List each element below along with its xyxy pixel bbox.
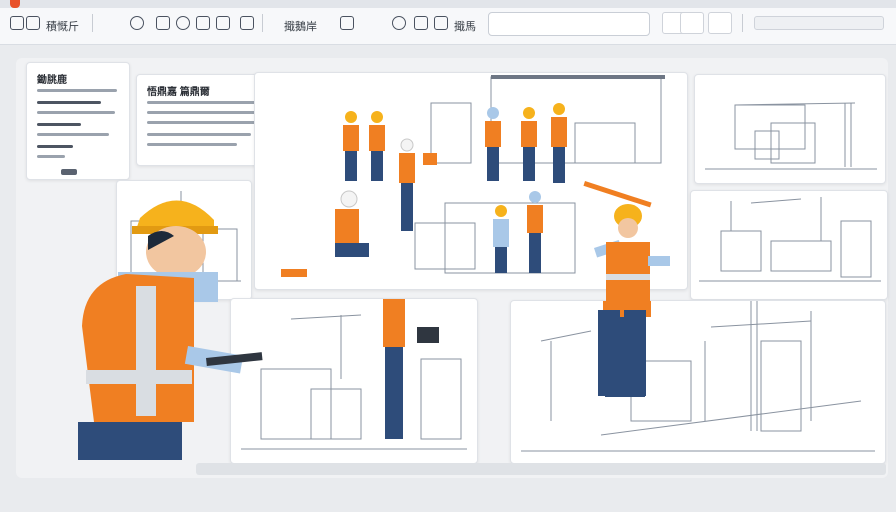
crane-sketch-panel xyxy=(694,74,886,184)
cloud-icon[interactable] xyxy=(130,16,144,30)
app-logo xyxy=(10,0,20,8)
search-icon[interactable] xyxy=(176,16,190,30)
home-icon[interactable] xyxy=(10,16,24,30)
header-card-title: 悟鼎嘉 篇鼎爾 xyxy=(147,87,210,98)
search-input[interactable] xyxy=(488,12,650,36)
foreground-engineer xyxy=(78,200,263,460)
edit-icon[interactable] xyxy=(434,16,448,30)
tools-icon[interactable] xyxy=(196,16,210,30)
side-panel-title: 鋤朓鹿 xyxy=(37,75,67,86)
image-icon[interactable] xyxy=(156,16,170,30)
text-line xyxy=(37,101,101,104)
worker-figure xyxy=(399,138,415,231)
toolbar-divider xyxy=(742,14,743,32)
worker-figure xyxy=(485,107,501,181)
top-toolbar: 積慨斤 擑鵝岸 擑馬 xyxy=(0,0,896,45)
worker-figure xyxy=(603,301,651,397)
office-layout-panel xyxy=(690,190,888,300)
clock-icon[interactable] xyxy=(392,16,406,30)
worker-figure xyxy=(369,111,385,181)
panel-button[interactable] xyxy=(61,169,77,175)
text-line xyxy=(37,133,109,136)
toolbar-item[interactable]: 擑馬 xyxy=(454,18,476,34)
toolbar-divider xyxy=(92,14,93,32)
engineer-figure xyxy=(594,204,670,396)
monitor-icon[interactable] xyxy=(680,12,704,34)
text-line xyxy=(147,133,251,136)
site-plan-panel xyxy=(230,298,478,464)
toolbar-item[interactable]: 擑鵝岸 xyxy=(284,18,317,34)
text-line xyxy=(37,89,117,92)
toolbar-divider xyxy=(262,14,263,32)
text-line xyxy=(37,145,73,148)
worker-figure xyxy=(521,107,537,181)
text-line xyxy=(37,111,115,114)
ruler-bar xyxy=(754,16,884,30)
construction-site-panel xyxy=(510,300,886,464)
tablet-worker xyxy=(383,299,439,439)
worker-figure xyxy=(527,191,543,273)
text-line xyxy=(147,143,237,146)
title-strip xyxy=(0,0,896,8)
layers-icon[interactable] xyxy=(340,16,354,30)
worker-figure xyxy=(343,111,359,181)
worker-figure xyxy=(335,190,369,257)
side-panel: 鋤朓鹿 xyxy=(26,62,130,180)
crane-sketch xyxy=(705,102,877,170)
layout-sketch xyxy=(699,197,881,282)
text-line xyxy=(147,111,265,114)
toolbox xyxy=(423,153,437,165)
toolbar-title[interactable]: 積慨斤 xyxy=(46,18,79,34)
text-line xyxy=(37,123,81,126)
export-icon[interactable] xyxy=(708,12,732,34)
horizontal-scrollbar[interactable] xyxy=(196,463,886,475)
settings-icon[interactable] xyxy=(414,16,428,30)
toolbox xyxy=(281,269,307,277)
worker-figure xyxy=(551,103,567,183)
bookmark-icon[interactable] xyxy=(216,16,230,30)
text-line xyxy=(147,121,267,124)
text-line xyxy=(37,155,65,158)
grid-icon[interactable] xyxy=(26,16,40,30)
chart-icon[interactable] xyxy=(240,16,254,30)
worker-figure xyxy=(493,205,509,273)
